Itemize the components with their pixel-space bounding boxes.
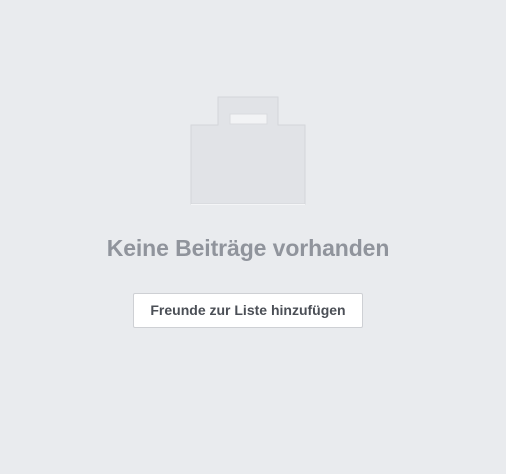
empty-state: Keine Beiträge vorhanden Freunde zur Lis…: [0, 0, 506, 474]
empty-state-title: Keine Beiträge vorhanden: [106, 235, 390, 261]
add-friends-to-list-button[interactable]: Freunde zur Liste hinzufügen: [133, 293, 363, 328]
bag-icon: [190, 96, 306, 205]
